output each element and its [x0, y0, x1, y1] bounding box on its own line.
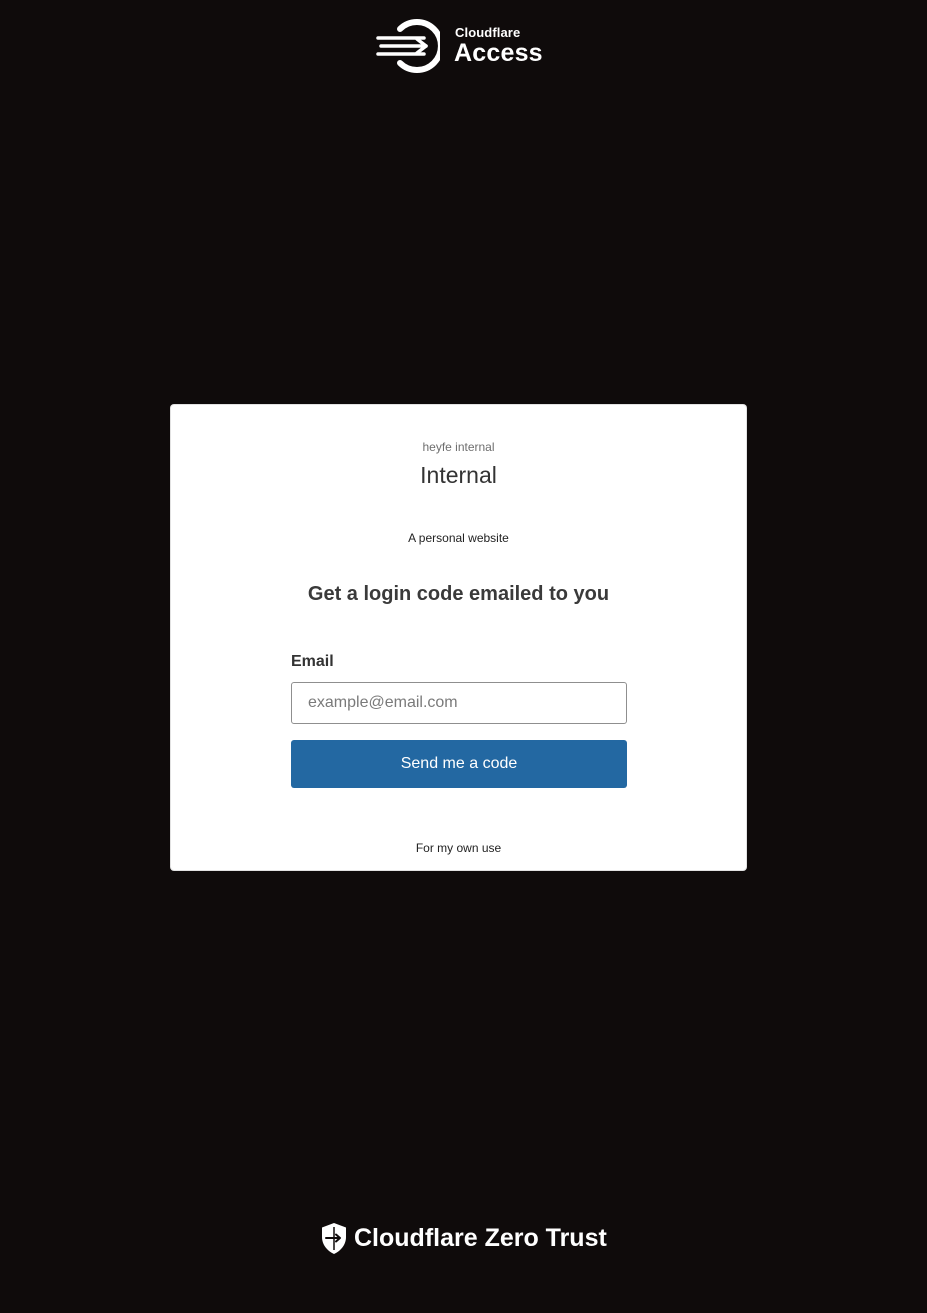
logo-product-text: Access — [454, 39, 543, 67]
card-footer-text: For my own use — [415, 841, 502, 855]
cloudflare-shield-icon — [322, 1223, 346, 1254]
application-name: Internal — [420, 462, 497, 488]
email-label: Email — [291, 653, 334, 670]
organization-name: heyfe internal — [422, 440, 495, 454]
cloudflare-access-logo-icon — [376, 19, 440, 73]
zero-trust-brand-text: Cloudflare Zero Trust — [354, 1224, 607, 1252]
cloudflare-access-logo: Cloudflare Access — [376, 19, 546, 73]
email-input[interactable] — [291, 682, 627, 724]
cloudflare-zero-trust-logo: Cloudflare Zero Trust — [320, 1222, 610, 1256]
application-description: A personal website — [408, 531, 509, 545]
login-card: heyfe internal Internal A personal websi… — [171, 405, 746, 870]
logo-brand-text: Cloudflare — [455, 25, 521, 40]
login-form-heading: Get a login code emailed to you — [307, 583, 610, 605]
send-code-button[interactable]: Send me a code — [291, 740, 627, 788]
